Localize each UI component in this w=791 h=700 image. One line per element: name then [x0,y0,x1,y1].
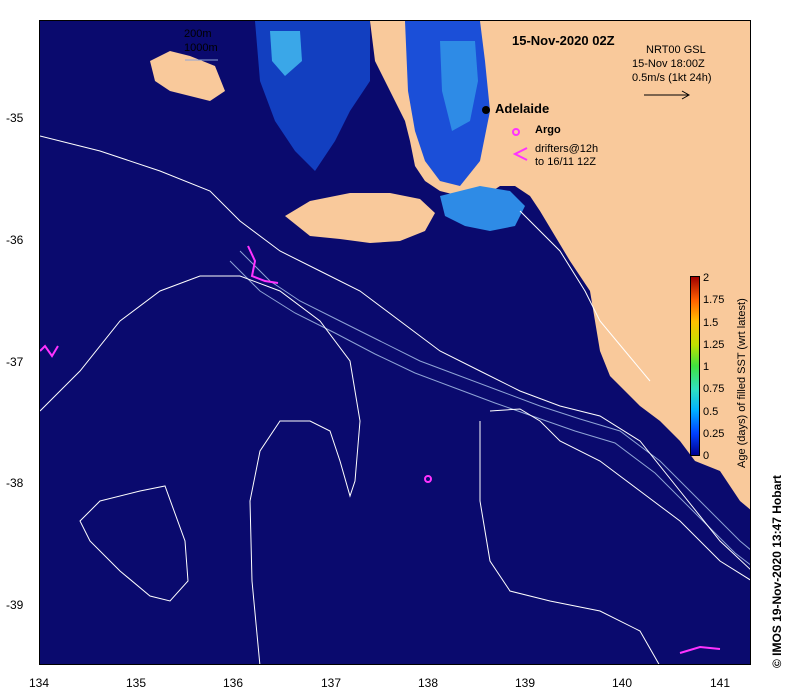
adelaide-marker [482,106,490,114]
argo-legend-label: Argo [535,124,561,136]
drifters-legend-line-1: drifters@12h [535,143,599,155]
isobath-legend-200m: 200m [184,28,212,40]
drifters-legend-line-2: to 16/11 12Z [535,156,596,168]
x-axis-tick-label: 137 [320,676,342,690]
product-line-1: NRT00 GSL [646,44,706,56]
x-axis-tick-label: 138 [417,676,439,690]
colorbar-label: Age (days) of filled SST (wrt latest) [736,298,748,468]
x-axis-tick-label: 134 [28,676,50,690]
y-axis-tick-label: -39 [6,598,24,612]
isobath-legend-1000m: 1000m [184,42,218,54]
colorbar-tick-label: 0.25 [703,427,725,440]
colorbar-tick-label: 0.75 [703,383,725,396]
y-axis-tick-label: -37 [6,355,24,369]
y-axis-tick-label: -36 [6,233,24,247]
x-axis-tick-label: 139 [514,676,536,690]
product-line-2: 15-Nov 18:00Z [632,58,705,70]
product-line-3: 0.5m/s (1kt 24h) [632,72,712,84]
map-panel [39,20,751,665]
x-axis-tick-label: 136 [222,676,244,690]
sst-age-map [40,21,750,664]
x-axis-tick-label: 140 [611,676,633,690]
colorbar-tick-label: 0.5 [703,405,719,418]
x-axis-tick-label: 141 [709,676,731,690]
colorbar [690,276,700,456]
y-axis-tick-label: -38 [6,476,24,490]
colorbar-tick-label: 1.75 [703,294,725,307]
colorbar-tick-label: 1.5 [703,316,719,329]
x-axis-tick-label: 135 [125,676,147,690]
colorbar-tick-label: 1.25 [703,338,725,351]
y-axis-tick-label: -35 [6,111,24,125]
adelaide-label: Adelaide [495,101,550,116]
colorbar-tick-label: 1 [703,361,710,373]
colorbar-tick-label: 2 [703,272,710,284]
credit-text: © IMOS 19-Nov-2020 13:47 Hobart [770,475,784,668]
colorbar-tick-label: 0 [703,450,710,462]
map-title: 15-Nov-2020 02Z [512,33,615,48]
